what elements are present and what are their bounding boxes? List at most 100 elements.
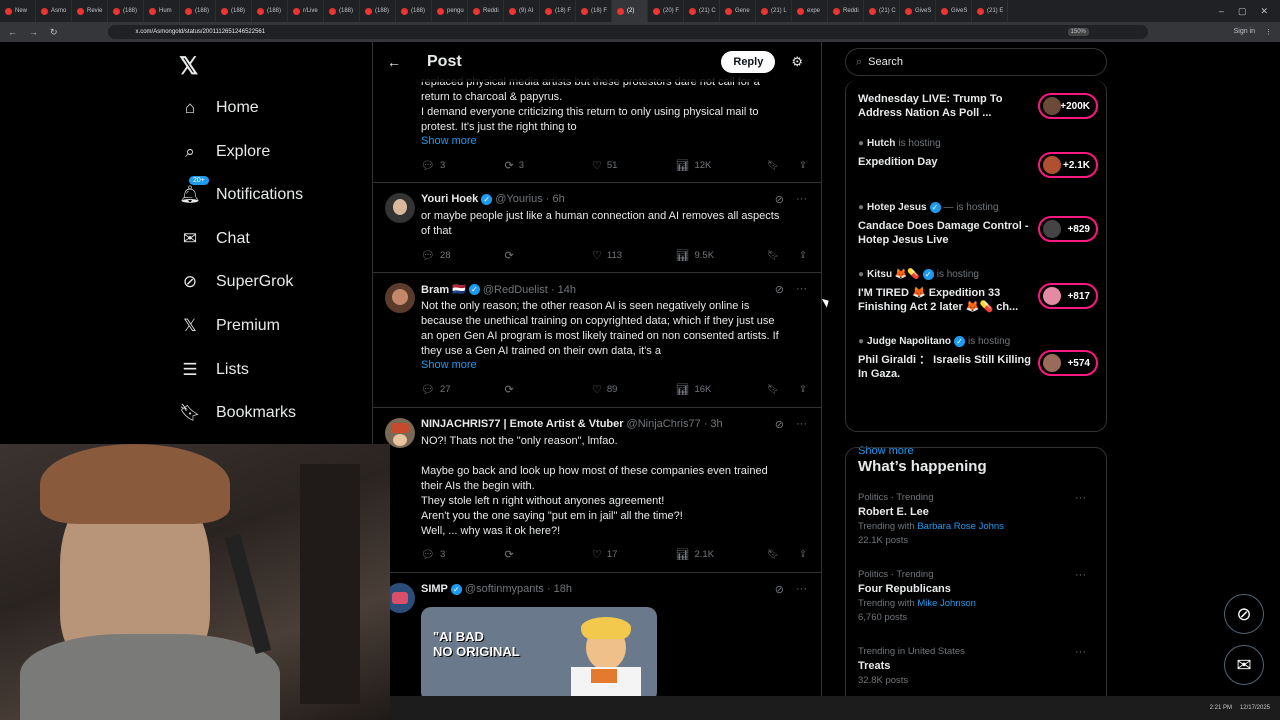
- browser-tab[interactable]: (21) C: [684, 0, 720, 22]
- browser-tab[interactable]: (21) E: [972, 0, 1008, 22]
- browser-tab[interactable]: (188): [252, 0, 288, 22]
- reply-action[interactable]: 💬︎ 3: [421, 548, 505, 561]
- bookmark-icon[interactable]: 🔖︎: [767, 383, 779, 396]
- space-listener-count[interactable]: +2.1K: [1038, 152, 1098, 178]
- nav-item-notifications[interactable]: 🔔︎ 20+ Notifications: [179, 176, 303, 206]
- author-name[interactable]: Bram 🇳🇱: [421, 283, 466, 296]
- like-action[interactable]: ♡ 17: [592, 548, 676, 561]
- space-listener-count[interactable]: +574: [1038, 350, 1098, 376]
- space-listener-count[interactable]: +200K: [1038, 93, 1098, 119]
- browser-tab[interactable]: (18) F: [576, 0, 612, 22]
- grok-icon[interactable]: ⊘: [775, 418, 784, 431]
- grok-icon[interactable]: ⊘: [775, 193, 784, 206]
- reply-tweet[interactable]: Youri Hoek ✓ @Yourius · 6h ⊘ ··· or maybe…: [373, 183, 821, 273]
- views-action[interactable]: 📊︎ 9.5K: [676, 249, 767, 262]
- reply-tweet[interactable]: Bram 🇳🇱 ✓ @RedDuelist · 14h ⊘ ··· Not the…: [373, 273, 821, 408]
- reply-tweet[interactable]: SIMP ✓ @softinmypants · 18h ⊘ ··· "AI BAD…: [373, 573, 821, 696]
- nav-item-explore[interactable]: ⌕ Explore: [179, 141, 270, 163]
- bookmark-icon[interactable]: 🔖︎: [767, 249, 779, 262]
- nav-item-premium[interactable]: 𝕏 Premium: [179, 315, 280, 337]
- space-item[interactable]: ● Kitsu 🦊💊 ✓ is hosting I'M TIRED 🦊 Expedit…: [858, 269, 1098, 319]
- nav-item-bookmarks[interactable]: 🔖︎ Bookmarks: [179, 402, 296, 424]
- browser-tab[interactable]: (188): [324, 0, 360, 22]
- browser-tab[interactable]: GiveS: [936, 0, 972, 22]
- avatar[interactable]: [385, 283, 415, 313]
- reply-tweet[interactable]: NINJACHRIS77 | Emote Artist & Vtuber @Ni…: [373, 408, 821, 573]
- author-name[interactable]: NINJACHRIS77 | Emote Artist & Vtuber: [421, 418, 624, 430]
- repost-action[interactable]: ⟳: [505, 548, 592, 561]
- like-action[interactable]: ♡ 51: [592, 159, 676, 172]
- trend-item[interactable]: Politics · Trending Robert E. Lee Trendi…: [858, 492, 1098, 546]
- trend-with-link[interactable]: Barbara Rose Johns: [917, 521, 1004, 532]
- browser-tab[interactable]: (188): [360, 0, 396, 22]
- space-listener-count[interactable]: +817: [1038, 283, 1098, 309]
- more-icon[interactable]: ···: [796, 418, 807, 431]
- share-icon[interactable]: ⇪: [799, 159, 807, 172]
- grok-icon[interactable]: ⊘: [775, 583, 784, 596]
- tweet-time[interactable]: · 3h: [704, 418, 723, 430]
- back-arrow-icon[interactable]: ←: [8, 27, 17, 38]
- browser-tab[interactable]: (2): [612, 0, 648, 22]
- browser-tab[interactable]: pengu: [432, 0, 468, 22]
- browser-tab[interactable]: Reddi: [828, 0, 864, 22]
- trend-with-link[interactable]: Mike Johnson: [917, 598, 976, 609]
- more-icon[interactable]: ···: [1075, 646, 1086, 658]
- author-handle[interactable]: @NinjaChris77: [627, 418, 701, 430]
- more-icon[interactable]: ···: [796, 193, 807, 206]
- reply-button[interactable]: Reply: [721, 51, 776, 73]
- tweet-time[interactable]: · 14h: [551, 284, 576, 296]
- address-bar[interactable]: x.com/Asmongold/status/20011126512465225…: [107, 25, 1148, 39]
- tweet-time[interactable]: · 18h: [547, 583, 572, 595]
- space-item[interactable]: ● Hutch is hosting Expedition Day +2.1K: [858, 138, 1098, 188]
- browser-tab[interactable]: Asmo: [36, 0, 72, 22]
- back-arrow-icon[interactable]: ←: [387, 54, 407, 70]
- share-icon[interactable]: ⇪: [799, 548, 807, 561]
- author-handle[interactable]: @Yourius: [495, 193, 542, 205]
- like-action[interactable]: ♡ 113: [592, 249, 676, 262]
- show-more-link[interactable]: Show more: [421, 359, 477, 371]
- reply-action[interactable]: 💬︎ 28: [421, 249, 505, 262]
- reload-icon[interactable]: ↻: [50, 27, 58, 38]
- zoom-indicator[interactable]: 150%: [1067, 28, 1089, 36]
- signin-button[interactable]: Sign in: [1234, 28, 1255, 36]
- minimize-icon[interactable]: –: [1219, 6, 1224, 17]
- browser-tab[interactable]: Hum: [144, 0, 180, 22]
- author-handle[interactable]: @RedDuelist: [483, 284, 548, 296]
- browser-tab[interactable]: New: [0, 0, 36, 22]
- reply-action[interactable]: 💬︎ 27: [421, 383, 505, 396]
- space-item[interactable]: ● Judge Napolitano ✓ is hosting Phil Girald…: [858, 336, 1098, 386]
- browser-tab[interactable]: Revie: [72, 0, 108, 22]
- author-name[interactable]: SIMP: [421, 583, 448, 595]
- repost-action[interactable]: ⟳: [505, 383, 592, 396]
- share-icon[interactable]: ⇪: [799, 249, 807, 262]
- views-action[interactable]: 📊︎ 12K: [676, 159, 767, 172]
- grok-fab-icon[interactable]: ⊘: [1224, 594, 1264, 634]
- browser-tab[interactable]: (188): [396, 0, 432, 22]
- forward-arrow-icon[interactable]: →: [29, 27, 38, 38]
- browser-tab[interactable]: (21) L: [756, 0, 792, 22]
- browser-tab[interactable]: (21) C: [864, 0, 900, 22]
- like-action[interactable]: ♡ 89: [592, 383, 676, 396]
- browser-menu-icon[interactable]: ⋮: [1265, 28, 1272, 36]
- nav-item-supergrok[interactable]: ⊘ SuperGrok: [179, 271, 294, 293]
- space-item[interactable]: ● Hotep Jesus ✓ — is hosting Candace Does D…: [858, 202, 1098, 252]
- bookmark-icon[interactable]: 🔖︎: [767, 159, 779, 172]
- more-icon[interactable]: ···: [1075, 569, 1086, 581]
- messages-fab-icon[interactable]: ✉: [1224, 645, 1264, 685]
- more-icon[interactable]: ···: [796, 283, 807, 296]
- repost-action[interactable]: ⟳: [505, 249, 592, 262]
- meme-image[interactable]: "AI BAD NO ORIGINAL: [421, 607, 657, 696]
- browser-tab[interactable]: Reddi: [468, 0, 504, 22]
- bookmark-icon[interactable]: 🔖︎: [767, 548, 779, 561]
- browser-tab[interactable]: r/Live: [288, 0, 324, 22]
- more-icon[interactable]: ···: [796, 583, 807, 596]
- grok-icon[interactable]: ⊘: [775, 283, 784, 296]
- nav-item-lists[interactable]: ☰ Lists: [179, 359, 249, 381]
- repost-action[interactable]: ⟳ 3: [505, 159, 592, 172]
- browser-tab[interactable]: (188): [108, 0, 144, 22]
- views-action[interactable]: 📊︎ 2.1K: [676, 548, 767, 561]
- browser-tab[interactable]: (188): [216, 0, 252, 22]
- author-handle[interactable]: @softinmypants: [465, 583, 544, 595]
- tweet-time[interactable]: · 6h: [546, 193, 565, 205]
- nav-item-home[interactable]: ⌂ Home: [179, 97, 259, 119]
